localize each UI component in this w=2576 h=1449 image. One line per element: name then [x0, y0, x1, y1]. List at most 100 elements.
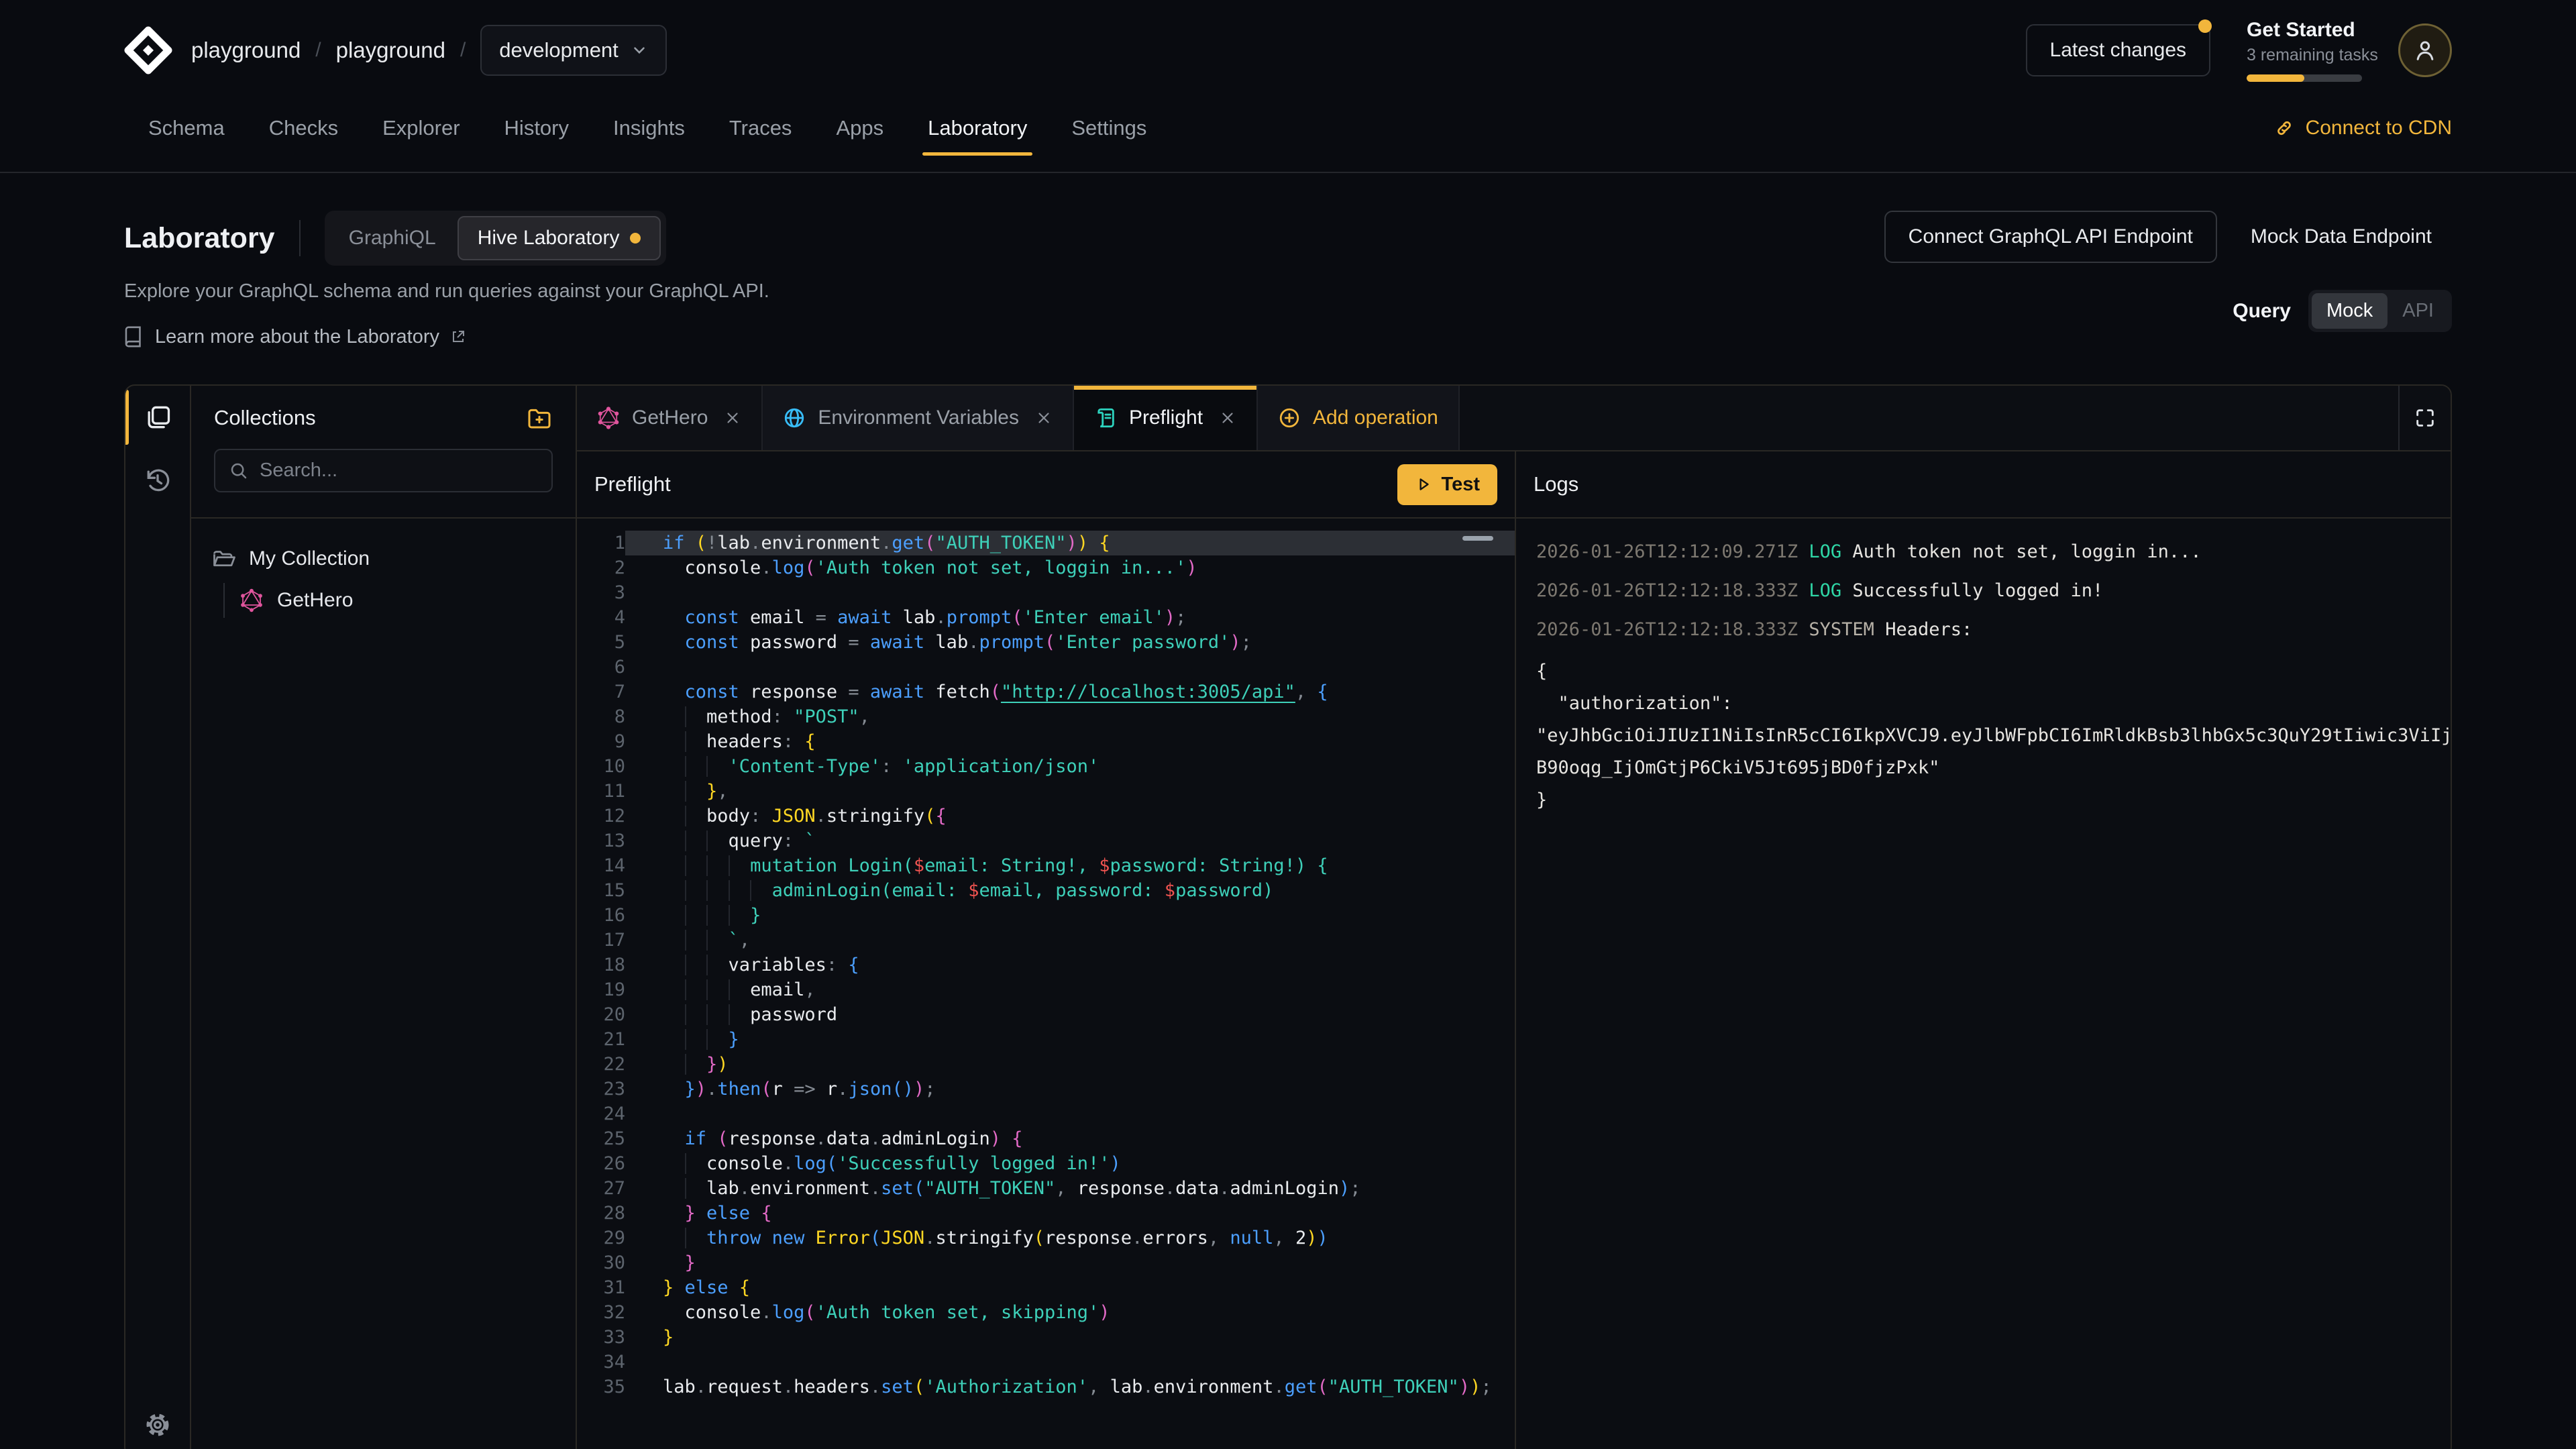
nav-item-laboratory[interactable]: Laboratory: [928, 101, 1027, 156]
connect-graphql-endpoint-button[interactable]: Connect GraphQL API Endpoint: [1884, 211, 2217, 263]
mode-option-graphiql[interactable]: GraphiQL: [330, 217, 455, 259]
code-line[interactable]: 15 adminLogin(email: $email, password: $…: [577, 878, 1515, 903]
tab-label: GetHero: [632, 407, 708, 429]
test-button[interactable]: Test: [1397, 464, 1497, 505]
mock-data-endpoint-button[interactable]: Mock Data Endpoint: [2231, 212, 2452, 262]
nav-item-settings[interactable]: Settings: [1071, 101, 1146, 156]
get-started-widget[interactable]: Get Started 3 remaining tasks: [2247, 19, 2362, 82]
get-started-progressbar: [2247, 74, 2362, 82]
code-line[interactable]: 29 throw new Error(JSON.stringify(respon…: [577, 1226, 1515, 1250]
gear-icon: [143, 1410, 172, 1440]
code-line[interactable]: 33}: [577, 1325, 1515, 1350]
breadcrumb-org[interactable]: playground: [191, 38, 301, 63]
code-line[interactable]: 26 console.log('Successfully logged in!'…: [577, 1151, 1515, 1176]
log-payload-line: "eyJhbGciOiJIUzI1NiIsInR5cCI6IkpXVCJ9.ey…: [1536, 720, 2451, 752]
collections-search[interactable]: [214, 449, 553, 492]
nav-item-insights[interactable]: Insights: [613, 101, 685, 156]
learn-more-link[interactable]: Learn more about the Laboratory: [124, 325, 769, 348]
code-line[interactable]: 21 }: [577, 1027, 1515, 1052]
log-payload-line: "authorization":: [1536, 688, 2451, 720]
code-line[interactable]: 31} else {: [577, 1275, 1515, 1300]
breadcrumb-project[interactable]: playground: [336, 38, 445, 63]
breadcrumb: playground / playground / development: [191, 25, 667, 76]
code-line[interactable]: 32 console.log('Auth token set, skipping…: [577, 1300, 1515, 1325]
collections-icon: [143, 402, 172, 432]
sidebar-icon-rail: [125, 386, 191, 1449]
log-payload-line: {: [1536, 655, 2451, 688]
connect-to-cdn-link[interactable]: Connect to CDN: [2273, 101, 2452, 156]
nav-item-apps[interactable]: Apps: [836, 101, 883, 156]
code-line[interactable]: 23 }).then(r => r.json());: [577, 1077, 1515, 1102]
tab-gethero[interactable]: GetHero: [577, 386, 763, 450]
add-collection-folder-button[interactable]: [526, 405, 553, 431]
nav-item-explorer[interactable]: Explorer: [382, 101, 460, 156]
code-line[interactable]: 18 variables: {: [577, 953, 1515, 977]
code-line[interactable]: 8 method: "POST",: [577, 704, 1515, 729]
rail-collections-button[interactable]: [125, 386, 190, 449]
code-line[interactable]: 3: [577, 580, 1515, 605]
code-line[interactable]: 12 body: JSON.stringify({: [577, 804, 1515, 828]
code-line[interactable]: 13 query: `: [577, 828, 1515, 853]
query-toggle-mock[interactable]: Mock: [2312, 293, 2387, 329]
code-line[interactable]: 7 const response = await fetch("http://l…: [577, 680, 1515, 704]
tab-environment-variables[interactable]: Environment Variables: [763, 386, 1074, 450]
search-input[interactable]: [260, 460, 538, 482]
log-entry: 2026-01-26T12:12:18.333Z SYSTEM Headers:: [1536, 616, 2451, 643]
rail-settings-button[interactable]: [125, 1393, 190, 1449]
rail-history-button[interactable]: [125, 449, 190, 512]
target-dropdown[interactable]: development: [480, 25, 667, 76]
learn-more-label: Learn more about the Laboratory: [155, 326, 439, 348]
latest-changes-button[interactable]: Latest changes: [2026, 24, 2210, 76]
code-line[interactable]: 35lab.request.headers.set('Authorization…: [577, 1375, 1515, 1399]
query-target-toggle: Mock API: [2308, 290, 2452, 332]
code-line[interactable]: 9 headers: {: [577, 729, 1515, 754]
logs-body[interactable]: 2026-01-26T12:12:09.271Z LOG Auth token …: [1516, 519, 2451, 1449]
code-line[interactable]: 6: [577, 655, 1515, 680]
code-line[interactable]: 1if (!lab.environment.get("AUTH_TOKEN"))…: [577, 531, 1515, 555]
get-started-subtitle: 3 remaining tasks: [2247, 46, 2362, 65]
code-line[interactable]: 5 const password = await lab.prompt('Ent…: [577, 630, 1515, 655]
code-line[interactable]: 16 }: [577, 903, 1515, 928]
query-toggle-api[interactable]: API: [2387, 293, 2449, 329]
add-operation-button[interactable]: Add operation: [1258, 386, 1460, 450]
code-line[interactable]: 30 }: [577, 1250, 1515, 1275]
code-line[interactable]: 17 `,: [577, 928, 1515, 953]
fullscreen-icon: [2414, 407, 2436, 429]
code-line[interactable]: 27 lab.environment.set("AUTH_TOKEN", res…: [577, 1176, 1515, 1201]
log-entry: 2026-01-26T12:12:18.333Z LOG Successfull…: [1536, 578, 2451, 604]
close-icon[interactable]: [724, 409, 741, 427]
close-icon[interactable]: [1035, 409, 1053, 427]
nav-item-history[interactable]: History: [504, 101, 569, 156]
tab-preflight[interactable]: Preflight: [1074, 386, 1258, 450]
code-line[interactable]: 22 }): [577, 1052, 1515, 1077]
person-icon: [2412, 37, 2438, 64]
test-button-label: Test: [1442, 474, 1480, 496]
external-link-icon: [450, 329, 466, 345]
collection-folder-my-collection[interactable]: My Collection: [211, 541, 555, 576]
code-line[interactable]: 34: [577, 1350, 1515, 1375]
code-line[interactable]: 19 email,: [577, 977, 1515, 1002]
code-line[interactable]: 10 'Content-Type': 'application/json': [577, 754, 1515, 779]
nav-item-schema[interactable]: Schema: [148, 101, 225, 156]
tabstrip-spacer: [1460, 386, 2398, 450]
log-payload-line: B90oqg_IjOmGtjP6CkiV5Jt695jBD0fjzPxk": [1536, 752, 2451, 784]
code-line[interactable]: 24: [577, 1102, 1515, 1126]
laboratory-section-header: Laboratory GraphiQL Hive Laboratory Expl…: [124, 173, 2452, 348]
nav-item-checks[interactable]: Checks: [269, 101, 338, 156]
code-line[interactable]: 25 if (response.data.adminLogin) {: [577, 1126, 1515, 1151]
code-line[interactable]: 4 const email = await lab.prompt('Enter …: [577, 605, 1515, 630]
code-line[interactable]: 28 } else {: [577, 1201, 1515, 1226]
code-line[interactable]: 20 password: [577, 1002, 1515, 1027]
scrollbar-handle[interactable]: [1462, 536, 1493, 541]
divider: [299, 220, 301, 256]
fullscreen-button[interactable]: [2398, 386, 2451, 450]
code-line[interactable]: 2 console.log('Auth token not set, loggi…: [577, 555, 1515, 580]
collection-operation-gethero[interactable]: GetHero: [239, 583, 555, 618]
code-editor[interactable]: 1if (!lab.environment.get("AUTH_TOKEN"))…: [577, 519, 1515, 1449]
close-icon[interactable]: [1219, 409, 1236, 427]
user-avatar[interactable]: [2398, 23, 2452, 77]
code-line[interactable]: 14 mutation Login($email: String!, $pass…: [577, 853, 1515, 878]
nav-item-traces[interactable]: Traces: [729, 101, 792, 156]
mode-option-hive-laboratory[interactable]: Hive Laboratory: [458, 216, 661, 260]
code-line[interactable]: 11 },: [577, 779, 1515, 804]
